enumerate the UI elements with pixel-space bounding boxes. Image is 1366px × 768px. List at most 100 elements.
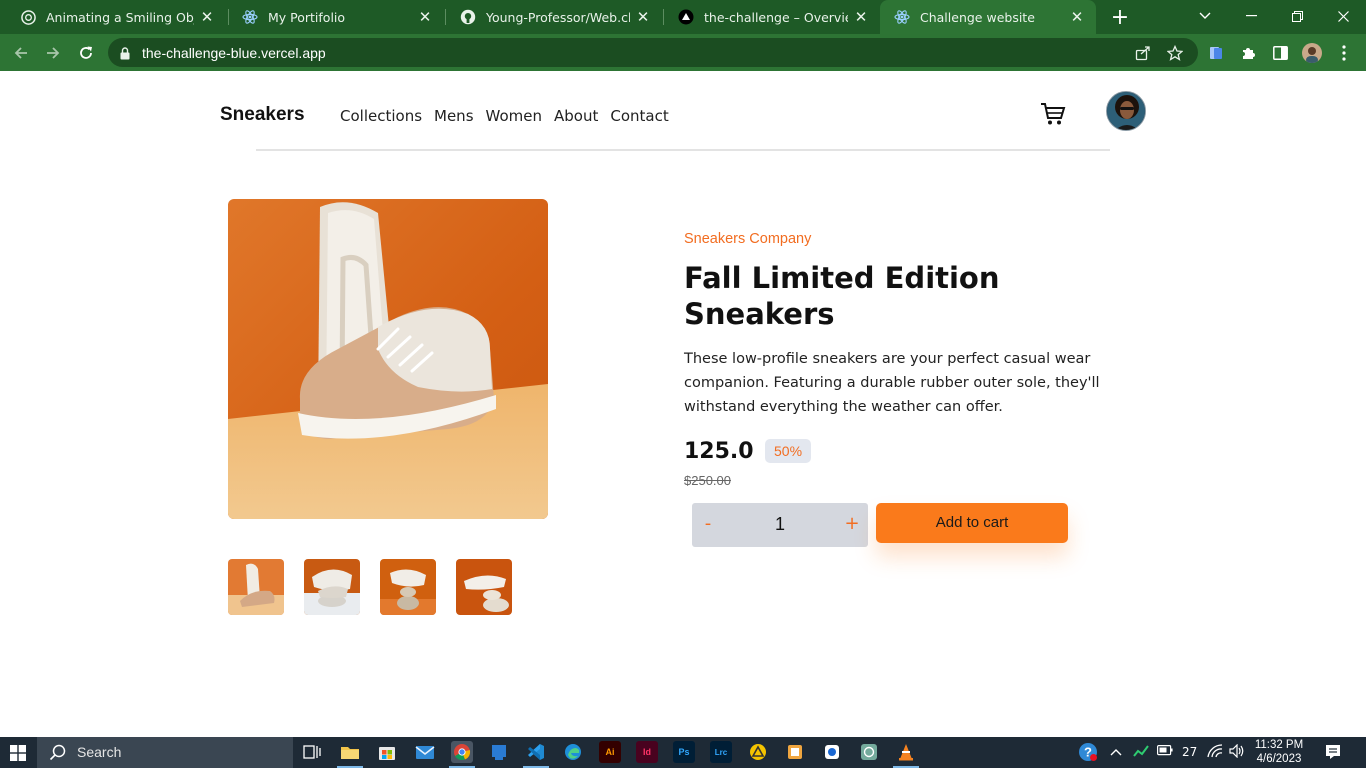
stocks-icon[interactable] [1133, 743, 1149, 762]
chatgpt-icon [20, 9, 36, 25]
tab-search-icon[interactable] [1182, 0, 1228, 32]
cart-icon[interactable] [1040, 102, 1066, 130]
discount-badge: 50% [765, 439, 812, 463]
task-view-icon[interactable] [301, 741, 323, 763]
tab-vercel[interactable]: the-challenge – Overview – Vercel ✕ [664, 0, 880, 34]
reload-icon[interactable] [73, 40, 99, 66]
thumbnail-3[interactable] [380, 559, 436, 615]
close-tab-icon[interactable]: ✕ [198, 8, 216, 26]
tab-github[interactable]: Young-Professor/Web.challenge ✕ [446, 0, 662, 34]
header-divider [256, 149, 1110, 151]
browser-toolbar: the-challenge-blue.vercel.app [0, 34, 1366, 71]
product-title: Fall Limited Edition Sneakers [684, 261, 1000, 331]
mail-icon[interactable] [414, 741, 436, 763]
close-window-icon[interactable] [1320, 0, 1366, 32]
extensions-puzzle-icon[interactable] [1238, 43, 1258, 63]
more-menu-icon[interactable] [1334, 43, 1354, 63]
user-avatar[interactable] [1106, 91, 1146, 131]
product-price: 125.0 [684, 439, 754, 464]
file-explorer-icon[interactable] [339, 741, 361, 763]
clock-time: 11:32 PM [1254, 739, 1304, 751]
photoshop-icon[interactable]: Ps [673, 741, 695, 763]
edge-icon[interactable] [562, 741, 584, 763]
restore-icon[interactable] [1274, 0, 1320, 32]
indesign-icon[interactable]: Id [636, 741, 658, 763]
windows-start-icon[interactable] [0, 737, 36, 768]
volume-icon[interactable] [1229, 743, 1245, 761]
forward-icon[interactable] [40, 40, 66, 66]
app-icon[interactable] [784, 741, 806, 763]
app-icon[interactable] [488, 741, 510, 763]
increase-quantity-button[interactable]: + [842, 513, 862, 537]
bookmark-star-icon[interactable] [1166, 44, 1184, 62]
address-bar[interactable]: the-challenge-blue.vercel.app [108, 38, 1198, 67]
quantity-value: 1 [774, 514, 785, 534]
tab-strip: Animating a Smiling Object ✕ My Portifol… [0, 0, 1366, 34]
app-icon[interactable] [821, 741, 843, 763]
thumbnail-2[interactable] [304, 559, 360, 615]
vscode-icon[interactable] [525, 741, 547, 763]
github-icon [460, 9, 476, 25]
close-tab-icon[interactable]: ✕ [634, 8, 652, 26]
notifications-icon[interactable] [1324, 743, 1342, 764]
temperature-text: 27 [1182, 745, 1198, 759]
taskbar-search-box[interactable]: Search [37, 737, 293, 768]
nav-contact[interactable]: Contact [610, 107, 668, 125]
nav-mens[interactable]: Mens [434, 107, 474, 125]
lock-icon[interactable] [120, 45, 130, 64]
product-main-image[interactable] [228, 199, 548, 519]
close-tab-icon[interactable]: ✕ [1068, 8, 1086, 26]
tab-animating[interactable]: Animating a Smiling Object ✕ [6, 0, 226, 34]
tab-title: the-challenge – Overview – Vercel [704, 9, 848, 25]
original-price: $250.00 [684, 473, 731, 488]
thumbnail-4[interactable] [456, 559, 512, 615]
windows-taskbar: Search Ai Id Ps Lrc ? 27 11:32 PM 4/6/20… [0, 737, 1366, 768]
clock-date: 4/6/2023 [1256, 753, 1302, 765]
quantity-stepper: - 1 + [692, 503, 868, 547]
decrease-quantity-button[interactable]: - [698, 513, 718, 537]
autocad-icon[interactable] [747, 741, 769, 763]
chrome-icon[interactable] [451, 741, 473, 763]
show-hidden-icons[interactable] [1110, 745, 1122, 759]
minimize-icon[interactable] [1228, 0, 1274, 32]
tab-portfolio[interactable]: My Portifolio ✕ [228, 0, 444, 34]
react-icon [894, 9, 910, 25]
product-company: Sneakers Company [684, 231, 812, 247]
site-logo[interactable]: Sneakers [220, 104, 305, 126]
extension-icon[interactable] [1206, 43, 1226, 63]
profile-avatar-icon[interactable] [1302, 43, 1322, 63]
tab-title: Animating a Smiling Object [46, 9, 194, 25]
add-to-cart-button[interactable]: Add to cart [876, 503, 1068, 543]
wifi-icon[interactable] [1207, 744, 1223, 761]
chatgpt-icon[interactable] [858, 741, 880, 763]
nav-about[interactable]: About [554, 107, 598, 125]
help-icon[interactable]: ? [1077, 741, 1099, 763]
tab-challenge-website[interactable]: Challenge website ✕ [880, 0, 1096, 34]
main-nav: Collections Mens Women About Contact [340, 107, 681, 125]
lightroom-icon[interactable]: Lrc [710, 741, 732, 763]
tab-title: Challenge website [920, 9, 1035, 25]
vlc-icon[interactable] [895, 741, 917, 763]
share-icon[interactable] [1134, 44, 1152, 62]
ms-store-icon[interactable] [376, 741, 398, 763]
side-panel-icon[interactable] [1270, 43, 1290, 63]
search-placeholder: Search [77, 744, 122, 760]
illustrator-icon[interactable]: Ai [599, 741, 621, 763]
tab-title: My Portifolio [268, 9, 346, 25]
vercel-icon [678, 9, 694, 25]
thumbnail-1[interactable] [228, 559, 284, 615]
new-tab-icon[interactable]: + [1108, 5, 1132, 30]
web-page: Sneakers Collections Mens Women About Co… [0, 71, 1366, 737]
close-tab-icon[interactable]: ✕ [852, 8, 870, 26]
nav-collections[interactable]: Collections [340, 107, 422, 125]
battery-icon[interactable] [1157, 744, 1173, 759]
system-clock[interactable]: 11:32 PM 4/6/2023 [1252, 738, 1306, 766]
search-icon [49, 744, 66, 765]
product-description: These low-profile sneakers are your perf… [684, 351, 1100, 415]
nav-women[interactable]: Women [486, 107, 542, 125]
back-icon[interactable] [8, 40, 34, 66]
react-icon [242, 9, 258, 25]
url-text: the-challenge-blue.vercel.app [142, 45, 326, 61]
tab-title: Young-Professor/Web.challenge [486, 9, 630, 25]
close-tab-icon[interactable]: ✕ [416, 8, 434, 26]
